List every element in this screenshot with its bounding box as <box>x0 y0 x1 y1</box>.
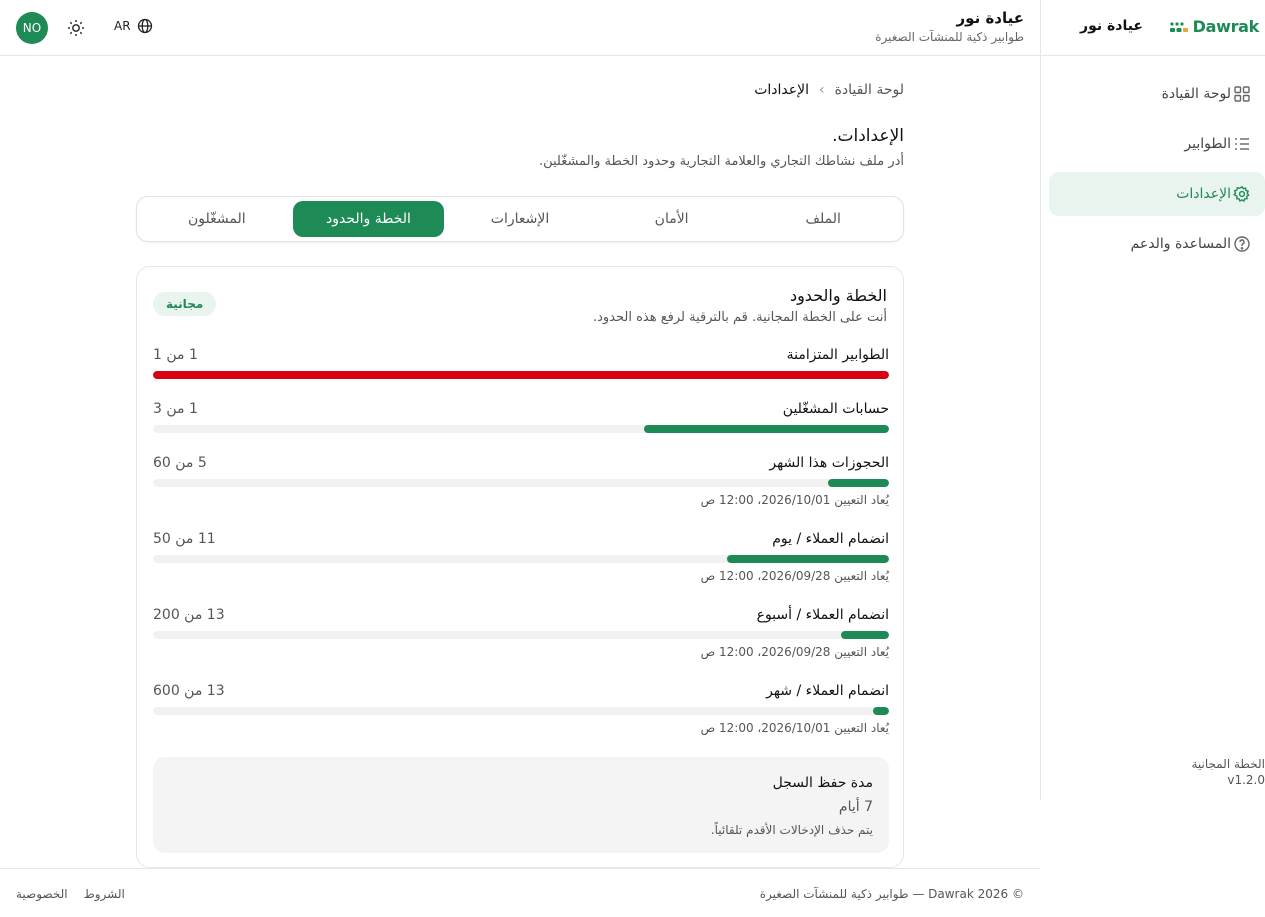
brand-name: عيادة نور <box>1080 18 1143 34</box>
sidebar: Dawrak عيادة نور لوحة القيادة الطوابير ا… <box>1040 0 1265 800</box>
globe-icon <box>137 18 152 34</box>
limit-progress-track <box>153 479 889 487</box>
limit-progress-fill <box>873 707 889 715</box>
sidebar-nav: لوحة القيادة الطوابير الإعدادات المساعدة… <box>1040 72 1265 272</box>
settings-tabs: الملف الأمان الإشعارات الخطة والحدود الم… <box>136 196 904 242</box>
retention-value: 7 أيام <box>838 799 873 815</box>
dashboard-icon <box>1234 86 1250 102</box>
limit-reset-time: يُعاد التعيين 2026/10/01، 12:00 ص <box>700 721 889 735</box>
app-version: v1.2.0 <box>1227 773 1265 787</box>
tab-security[interactable]: الأمان <box>596 201 748 237</box>
limit-reset-time: يُعاد التعيين 2026/10/01، 12:00 ص <box>700 493 889 507</box>
org-subtitle: طوابير ذكية للمنشآت الصغيرة <box>875 30 1024 44</box>
logo-text: Dawrak <box>1192 17 1260 36</box>
plan-card-subtitle: أنت على الخطة المجانية. قم بالترقية لرفع… <box>593 310 887 325</box>
breadcrumb-parent[interactable]: لوحة القيادة <box>835 82 904 98</box>
plan-card: الخطة والحدود أنت على الخطة المجانية. قم… <box>136 266 904 868</box>
breadcrumb: لوحة القيادة › الإعدادات <box>754 82 904 98</box>
topbar: عيادة نور طوابير ذكية للمنشآت الصغيرة NO… <box>0 0 1040 56</box>
sidebar-item-dashboard[interactable]: لوحة القيادة <box>1049 72 1265 116</box>
limit-progress-fill <box>841 631 889 639</box>
sidebar-item-label: الطوابير <box>1184 136 1231 152</box>
brand-row: Dawrak عيادة نور <box>1040 0 1265 56</box>
footer-links: الشروط الخصوصية <box>16 887 125 901</box>
plan-badge: مجانية <box>153 292 217 316</box>
limit-name: انضمام العملاء / يوم <box>772 531 889 547</box>
breadcrumb-current: الإعدادات <box>754 82 809 98</box>
language-label: AR <box>114 19 131 33</box>
sidebar-item-label: المساعدة والدعم <box>1130 236 1231 252</box>
tab-operators[interactable]: المشغّلون <box>141 201 293 237</box>
limit-count: 5 من 60 <box>153 455 207 471</box>
sidebar-item-queues[interactable]: الطوابير <box>1049 122 1265 166</box>
sidebar-item-label: لوحة القيادة <box>1161 86 1231 102</box>
list-icon <box>1235 138 1249 150</box>
org-title: عيادة نور <box>956 9 1024 27</box>
retention-note: يتم حذف الإدخالات الأقدم تلقائياً. <box>710 823 873 837</box>
tab-notifications[interactable]: الإشعارات <box>444 201 596 237</box>
limit-progress-track <box>153 631 889 639</box>
limit-progress-fill <box>727 555 889 563</box>
limit-count: 13 من 200 <box>153 607 225 623</box>
retention-panel: مدة حفظ السجل 7 أيام يتم حذف الإدخالات ا… <box>153 757 889 853</box>
limit-count: 13 من 600 <box>153 683 225 699</box>
limit-reset-time: يُعاد التعيين 2026/09/28، 12:00 ص <box>700 645 889 659</box>
limit-progress-track <box>153 555 889 563</box>
gear-icon <box>1233 185 1250 203</box>
logo[interactable]: Dawrak <box>1169 17 1259 36</box>
logo-mark-icon <box>1169 21 1188 32</box>
plan-label: الخطة المجانية <box>1191 757 1265 771</box>
limit-count: 11 من 50 <box>153 531 216 547</box>
breadcrumb-separator: › <box>818 82 825 98</box>
limit-name: حسابات المشغّلين <box>782 401 889 417</box>
limit-progress-track <box>153 707 889 715</box>
footer: © 2026 Dawrak — طوابير ذكية للمنشآت الصغ… <box>0 868 1040 917</box>
sidebar-item-label: الإعدادات <box>1176 186 1231 202</box>
sun-icon[interactable] <box>66 18 86 38</box>
sidebar-footer: الخطة المجانية v1.2.0 <box>1125 756 1265 788</box>
limit-progress-fill <box>643 425 889 433</box>
limit-count: 1 من 3 <box>153 401 198 417</box>
page-title: الإعدادات. <box>832 126 904 146</box>
copyright: © 2026 Dawrak — طوابير ذكية للمنشآت الصغ… <box>759 887 1024 901</box>
tab-profile[interactable]: الملف <box>747 201 899 237</box>
help-icon <box>1234 236 1250 252</box>
limit-progress-fill <box>153 371 889 379</box>
limit-reset-time: يُعاد التعيين 2026/09/28، 12:00 ص <box>700 569 889 583</box>
sidebar-item-help[interactable]: المساعدة والدعم <box>1049 222 1265 266</box>
limit-name: انضمام العملاء / شهر <box>766 683 889 699</box>
sidebar-item-settings[interactable]: الإعدادات <box>1049 172 1265 216</box>
limit-name: الحجوزات هذا الشهر <box>769 455 889 471</box>
page-subtitle: أدر ملف نشاطك التجاري والعلامة التجارية … <box>538 154 904 169</box>
limit-progress-track <box>153 425 889 433</box>
language-button[interactable]: AR <box>114 18 153 34</box>
tab-plan-limits[interactable]: الخطة والحدود <box>292 201 445 237</box>
retention-title: مدة حفظ السجل <box>772 775 873 791</box>
footer-link-terms[interactable]: الشروط <box>84 887 125 901</box>
avatar[interactable]: NO <box>16 12 48 44</box>
plan-card-title: الخطة والحدود <box>789 286 887 305</box>
limit-progress-track <box>153 371 889 379</box>
limit-progress-fill <box>827 479 889 487</box>
limit-count: 1 من 1 <box>153 347 198 363</box>
limit-name: الطوابير المتزامنة <box>786 347 889 363</box>
footer-link-privacy[interactable]: الخصوصية <box>16 887 68 901</box>
limit-name: انضمام العملاء / أسبوع <box>756 607 889 623</box>
